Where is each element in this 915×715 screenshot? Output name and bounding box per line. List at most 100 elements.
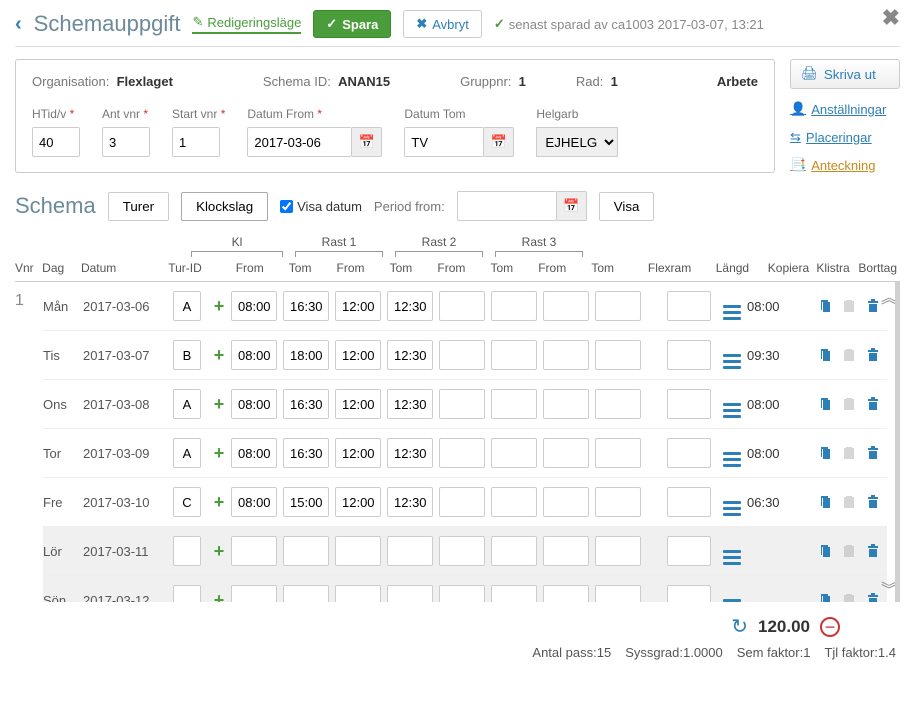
flexram-input[interactable]	[667, 487, 711, 517]
menu-icon[interactable]	[717, 439, 747, 467]
menu-icon[interactable]	[717, 537, 747, 565]
kl-tom-input[interactable]	[283, 389, 329, 419]
r3-from-input[interactable]	[543, 438, 589, 468]
add-icon[interactable]: +	[207, 345, 231, 366]
back-icon[interactable]: ‹	[15, 13, 22, 36]
kl-tom-input[interactable]	[283, 438, 329, 468]
r3-tom-input[interactable]	[595, 340, 641, 370]
paste-icon[interactable]	[841, 494, 857, 510]
r2-from-input[interactable]	[439, 291, 485, 321]
r1-tom-input[interactable]	[387, 438, 433, 468]
copy-icon[interactable]	[817, 445, 833, 461]
datum-tom-input[interactable]	[404, 127, 484, 157]
menu-icon[interactable]	[717, 586, 747, 602]
r3-tom-input[interactable]	[595, 389, 641, 419]
calendar-icon[interactable]: 📅	[557, 191, 587, 221]
tur-input[interactable]	[173, 585, 201, 602]
r1-tom-input[interactable]	[387, 487, 433, 517]
save-button[interactable]: ✓ Spara	[313, 10, 391, 38]
kl-tom-input[interactable]	[283, 585, 329, 602]
r1-tom-input[interactable]	[387, 536, 433, 566]
copy-icon[interactable]	[817, 494, 833, 510]
paste-icon[interactable]	[841, 347, 857, 363]
anstallningar-link[interactable]: 👤 Anställningar	[790, 101, 900, 117]
add-icon[interactable]: +	[207, 443, 231, 464]
flexram-input[interactable]	[667, 438, 711, 468]
r2-from-input[interactable]	[439, 340, 485, 370]
add-icon[interactable]: +	[207, 492, 231, 513]
delete-icon[interactable]	[865, 347, 881, 363]
delete-icon[interactable]	[865, 445, 881, 461]
tab-klockslag[interactable]: Klockslag	[181, 192, 268, 221]
r1-from-input[interactable]	[335, 438, 381, 468]
copy-icon[interactable]	[817, 592, 833, 602]
delete-icon[interactable]	[865, 396, 881, 412]
period-from-input[interactable]	[457, 191, 557, 221]
r3-tom-input[interactable]	[595, 291, 641, 321]
kl-from-input[interactable]	[231, 389, 277, 419]
r1-from-input[interactable]	[335, 585, 381, 602]
r3-from-input[interactable]	[543, 291, 589, 321]
kl-from-input[interactable]	[231, 291, 277, 321]
calendar-icon[interactable]: 📅	[484, 127, 514, 157]
r3-tom-input[interactable]	[595, 487, 641, 517]
r3-from-input[interactable]	[543, 585, 589, 602]
visa-datum-checkbox[interactable]: Visa datum	[280, 199, 362, 214]
r3-from-input[interactable]	[543, 487, 589, 517]
tur-input[interactable]	[173, 438, 201, 468]
delete-icon[interactable]	[865, 298, 881, 314]
anteckning-link[interactable]: 📑 Anteckning	[790, 157, 900, 173]
r2-tom-input[interactable]	[491, 340, 537, 370]
paste-icon[interactable]	[841, 396, 857, 412]
add-icon[interactable]: +	[207, 296, 231, 317]
tur-input[interactable]	[173, 487, 201, 517]
r3-tom-input[interactable]	[595, 438, 641, 468]
tab-turer[interactable]: Turer	[108, 192, 169, 221]
r2-from-input[interactable]	[439, 438, 485, 468]
r1-tom-input[interactable]	[387, 389, 433, 419]
delete-icon[interactable]	[865, 543, 881, 559]
kl-tom-input[interactable]	[283, 536, 329, 566]
add-icon[interactable]: +	[207, 541, 231, 562]
delete-icon[interactable]	[865, 494, 881, 510]
r2-tom-input[interactable]	[491, 585, 537, 602]
tur-input[interactable]	[173, 536, 201, 566]
placeringar-link[interactable]: ⇆ Placeringar	[790, 129, 900, 145]
r1-tom-input[interactable]	[387, 585, 433, 602]
copy-icon[interactable]	[817, 396, 833, 412]
kl-from-input[interactable]	[231, 536, 277, 566]
r2-from-input[interactable]	[439, 389, 485, 419]
datum-from-input[interactable]	[247, 127, 352, 157]
r3-tom-input[interactable]	[595, 585, 641, 602]
helgarb-select[interactable]: EJHELG	[536, 127, 618, 157]
scroll-down-icon[interactable]: ︾	[881, 576, 897, 600]
r1-from-input[interactable]	[335, 389, 381, 419]
refresh-icon[interactable]: ↻	[731, 614, 748, 639]
flexram-input[interactable]	[667, 585, 711, 602]
r3-tom-input[interactable]	[595, 536, 641, 566]
kl-tom-input[interactable]	[283, 291, 329, 321]
r2-tom-input[interactable]	[491, 487, 537, 517]
scroll-up-icon[interactable]: ︽	[881, 284, 897, 308]
menu-icon[interactable]	[717, 292, 747, 320]
r1-from-input[interactable]	[335, 487, 381, 517]
menu-icon[interactable]	[717, 341, 747, 369]
r2-tom-input[interactable]	[491, 389, 537, 419]
kl-from-input[interactable]	[231, 340, 277, 370]
tur-input[interactable]	[173, 389, 201, 419]
kl-from-input[interactable]	[231, 487, 277, 517]
r1-tom-input[interactable]	[387, 291, 433, 321]
print-button[interactable]: 🖨 Skriva ut	[790, 59, 900, 89]
tur-input[interactable]	[173, 340, 201, 370]
r2-tom-input[interactable]	[491, 291, 537, 321]
kl-tom-input[interactable]	[283, 340, 329, 370]
tur-input[interactable]	[173, 291, 201, 321]
cancel-button[interactable]: ✖ Avbryt	[403, 10, 482, 38]
r1-from-input[interactable]	[335, 340, 381, 370]
htid-input[interactable]	[32, 127, 80, 157]
menu-icon[interactable]	[717, 488, 747, 516]
paste-icon[interactable]	[841, 543, 857, 559]
startvnr-input[interactable]	[172, 127, 220, 157]
edit-mode-link[interactable]: ✎ Redigeringsläge	[192, 14, 301, 34]
flexram-input[interactable]	[667, 536, 711, 566]
